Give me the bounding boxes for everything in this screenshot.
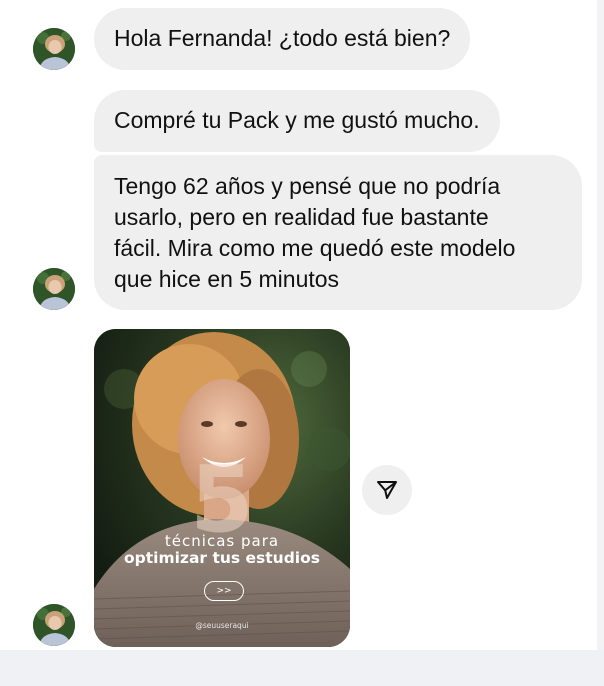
chat-thread: Hola Fernanda! ¿todo está bien? Compré t… xyxy=(0,0,604,650)
sender-avatar[interactable] xyxy=(33,604,75,646)
scroll-edge xyxy=(597,0,604,650)
avatar-icon xyxy=(33,604,75,646)
sender-avatar[interactable] xyxy=(33,268,75,310)
send-icon xyxy=(377,481,397,499)
post-subtitle: técnicas para xyxy=(164,532,280,550)
avatar-icon xyxy=(33,268,75,310)
message-bubble[interactable]: Compré tu Pack y me gustó mucho. xyxy=(94,90,500,152)
sender-avatar[interactable] xyxy=(33,28,75,70)
message-bubble[interactable]: Hola Fernanda! ¿todo está bien? xyxy=(94,8,471,70)
message-bubble[interactable]: Tengo 62 años y pensé que no podría usar… xyxy=(94,155,582,310)
post-title: optimizar tus estudios xyxy=(124,549,320,567)
shared-post-image[interactable]: 5 técnicas para optimizar tus estudios >… xyxy=(94,329,350,647)
avatar-icon xyxy=(33,28,75,70)
share-button[interactable] xyxy=(362,465,412,515)
post-handle: @seuuseraqui xyxy=(195,621,249,630)
composer-area[interactable] xyxy=(0,650,604,686)
post-next-button: >> xyxy=(204,581,244,601)
post-overlay: 5 técnicas para optimizar tus estudios >… xyxy=(94,329,350,647)
